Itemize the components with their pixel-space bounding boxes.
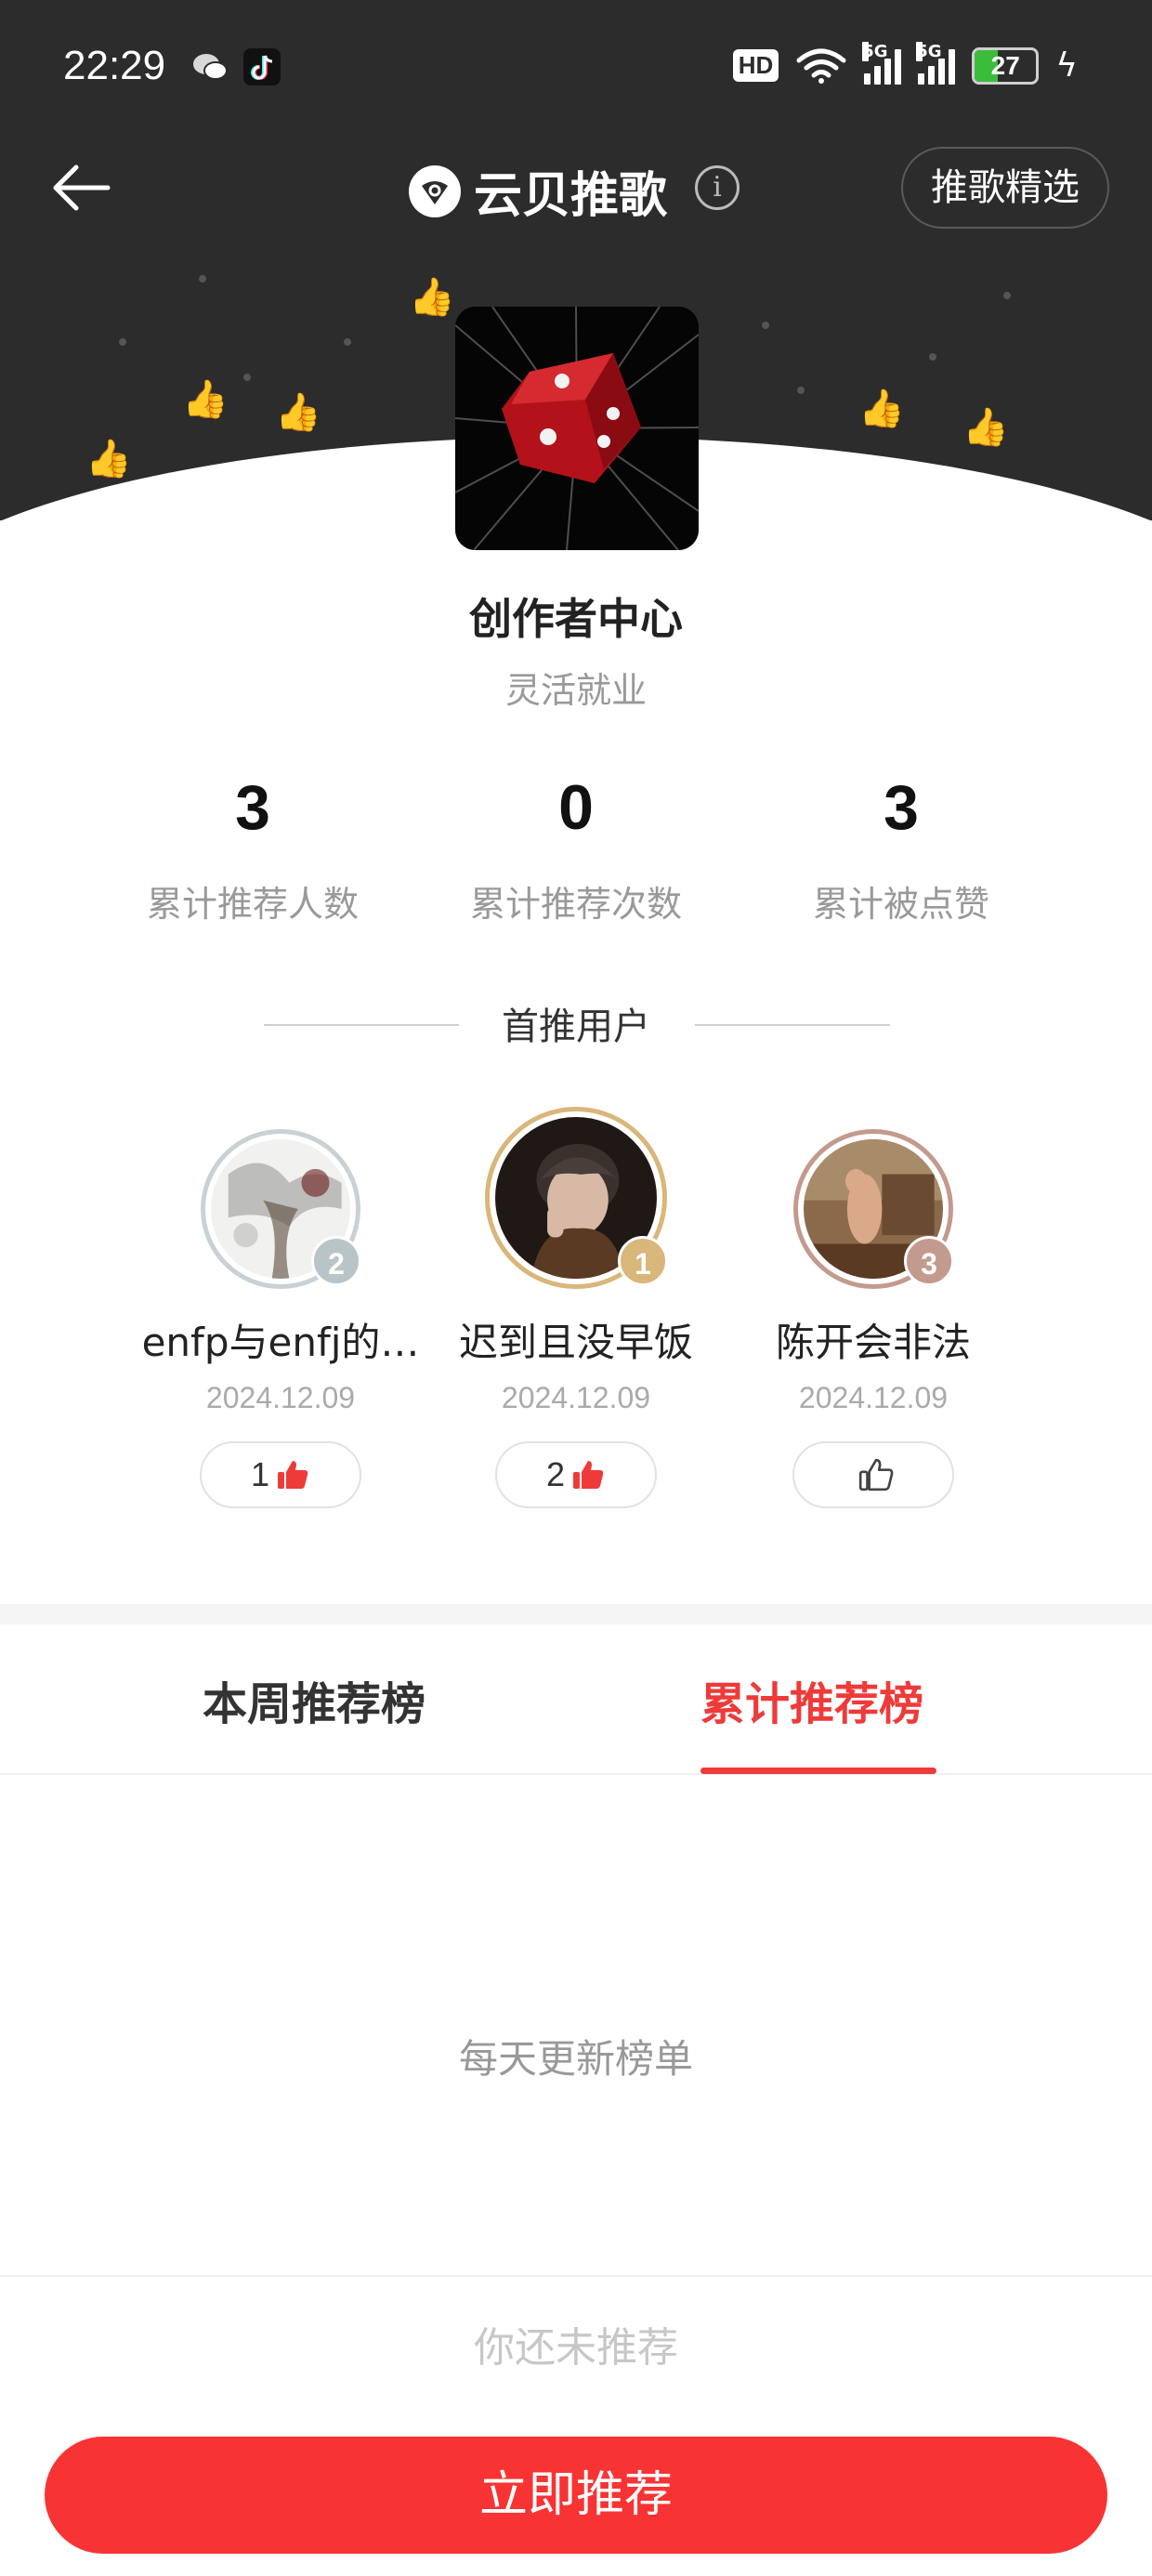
stat-label: 累计推荐次数 [469,884,682,925]
ranking-tabs: 本周推荐榜 累计推荐榜 [0,1624,1152,1775]
user-date: 2024.12.09 [501,1381,651,1414]
thumbs-up-outline-icon [858,1458,894,1492]
stat-label: 累计推荐人数 [146,884,359,925]
decor-dot [797,387,805,394]
bottom-bar: 你还未推荐 立即推荐 [0,2275,1152,2576]
top-user-rank-3[interactable]: 3 陈开会非法 2024.12.09 [725,1129,1022,1508]
recommend-now-button[interactable]: 立即推荐 [45,2437,1107,2554]
stat-recommend-count: 0 累计推荐次数 [418,771,734,927]
decor-dot [762,322,769,329]
top-user-rank-1[interactable]: 1 迟到且没早饭 2024.12.09 2 [427,1107,725,1508]
stat-recommended-users: 3 累计推荐人数 [95,771,411,927]
thumb-decor-icon: 👍 [409,276,455,319]
avatar[interactable]: 3 [793,1129,954,1289]
decor-dot [243,374,251,381]
section-title: 首推用户 [502,1005,650,1048]
avatar[interactable]: 2 [201,1129,361,1289]
user-name: 陈开会非法 [775,1320,971,1365]
decor-dot [199,275,206,283]
stat-value: 3 [235,772,270,843]
wifi-icon [796,48,846,84]
user-date: 2024.12.09 [205,1381,356,1414]
hd-badge: HD [732,49,779,82]
creator-cover-image [455,307,699,550]
thumb-decor-icon: 👍 [182,378,229,421]
like-count: 1 [250,1455,270,1493]
recommend-status: 你还未推荐 [474,2324,678,2372]
creator-center-page: 👍 👍 👍 👍 👍 👍 22:29 HD 5G 5G 27 ϟ 云贝推歌 i 推… [0,0,1152,2576]
creator-subtitle: 灵活就业 [504,670,647,711]
stat-value: 3 [884,772,919,843]
back-button[interactable] [48,160,113,216]
like-button[interactable]: 2 [495,1441,657,1508]
status-bar: 22:29 HD 5G 5G 27 ϟ [0,0,1152,139]
yunbei-logo-icon [409,164,461,217]
rank-badge: 3 [904,1236,954,1286]
tiktok-icon [243,48,281,85]
decor-dot [344,338,351,346]
ranking-empty-message: 每天更新榜单 [458,2036,693,2082]
thumbs-up-filled-icon [573,1461,604,1489]
user-name: enfp与enfj的… [141,1320,420,1365]
charging-icon: ϟ [1055,46,1078,85]
thumbs-up-filled-icon [278,1461,308,1489]
featured-picks-button[interactable]: 推歌精选 [901,147,1109,229]
divider [695,1024,890,1026]
like-button[interactable]: 1 [200,1441,361,1508]
stats-row: 3 累计推荐人数 0 累计推荐次数 3 累计被点赞 [0,771,1152,939]
wechat-icon [191,48,229,85]
stat-likes-received: 3 累计被点赞 [743,771,1059,927]
user-name: 迟到且没早饭 [458,1320,693,1365]
nav-bar: 云贝推歌 i 推歌精选 [0,139,1152,242]
creator-center-title: 创作者中心 [469,594,683,644]
avatar[interactable]: 1 [485,1107,668,1289]
page-title: 云贝推歌 [474,168,668,224]
tab-total-ranking[interactable]: 累计推荐榜 [700,1667,923,1732]
rank-badge: 2 [311,1236,361,1286]
section-separator [0,1604,1152,1624]
thumb-decor-icon: 👍 [85,438,132,480]
top-users-heading: 首推用户 [0,992,1152,1048]
stat-label: 累计被点赞 [812,884,989,925]
info-icon[interactable]: i [695,165,740,210]
battery-indicator: 27 [972,46,1040,85]
signal-icon: 5G [862,41,902,85]
like-button[interactable] [792,1441,954,1508]
stat-value: 0 [558,772,594,843]
thumb-decor-icon: 👍 [858,388,905,430]
back-arrow-icon [53,164,111,211]
signal-icon: 5G [916,41,956,85]
decor-dot [119,338,126,346]
thumb-decor-icon: 👍 [275,391,321,434]
tab-weekly-ranking[interactable]: 本周推荐榜 [203,1667,425,1732]
active-tab-indicator [700,1768,936,1774]
decor-dot [929,353,936,361]
top-user-rank-2[interactable]: 2 enfp与enfj的… 2024.12.09 1 [132,1129,429,1508]
status-time: 22:29 [63,43,166,88]
decor-dot [1003,292,1011,299]
like-count: 2 [545,1455,566,1493]
user-date: 2024.12.09 [798,1381,949,1414]
thumb-decor-icon: 👍 [962,406,1009,449]
battery-level: 27 [990,50,1020,80]
rank-badge: 1 [618,1236,668,1286]
nav-title: 云贝推歌 [409,156,667,226]
